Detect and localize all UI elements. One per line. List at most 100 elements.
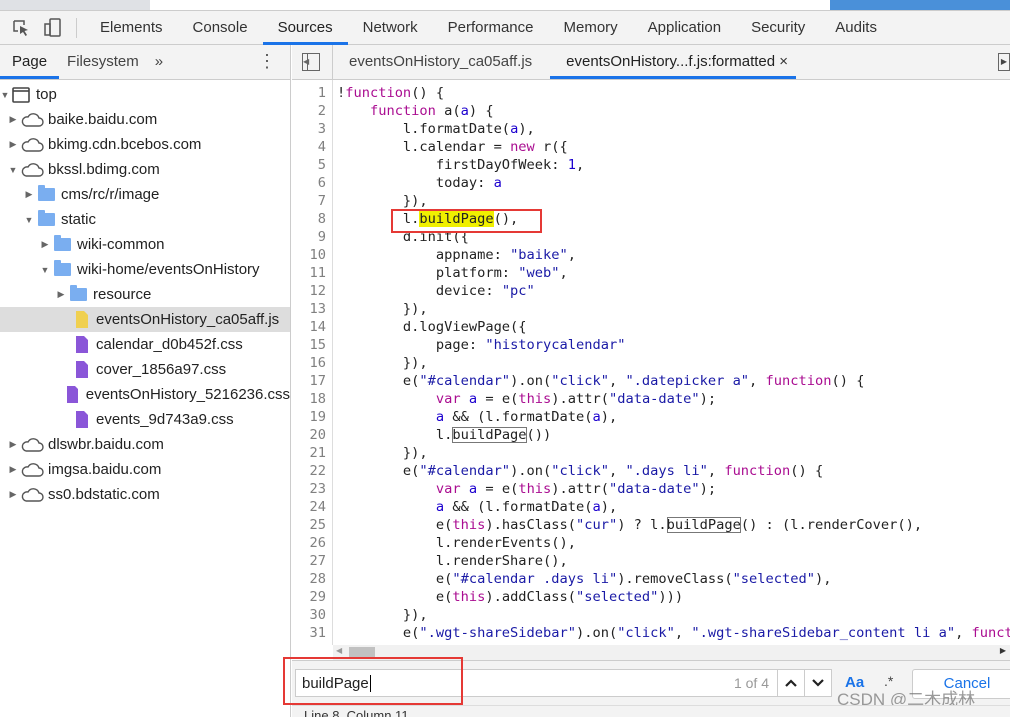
code-token: , [559,265,568,281]
editor-tab-formatted[interactable]: eventsOnHistory...f.js:formatted × [550,45,796,79]
collapsed-arrow-icon[interactable]: ▶ [40,239,50,250]
line-number: 6 [317,175,326,191]
toggle-navigator-icon[interactable]: ◀ [302,53,320,71]
search-bar: buildPage 1 of 4 Aa .* Cancel CSDN @二木成林 [292,660,1010,709]
tree-item[interactable]: ▶ resource [0,282,290,307]
line-number: 14 [309,319,326,335]
search-query[interactable]: buildPage [302,674,371,692]
tree-item-label: baike.baidu.com [48,111,158,128]
code-line: l.renderShare(), [337,552,568,570]
tab-security[interactable]: Security [736,11,820,45]
code-editor[interactable]: 1 2 3 4 5 6 7 8 9 10 11 12 13 14 15 16 17 18 19 20 21 22 23 24 2… [292,80,1010,645]
tree-item-label: dlswbr.baidu.com [48,436,164,453]
scroll-right-icon[interactable]: ▶ [1000,646,1006,655]
next-match-button[interactable] [804,670,831,696]
tree-item[interactable]: ▶ bkimg.cdn.bcebos.com [0,132,290,157]
code-token: ).on( [575,625,618,641]
tree-item[interactable]: calendar_d0b452f.css [0,332,290,357]
tree-item[interactable]: eventsOnHistory_5216236.css [0,382,290,407]
tree-item-label: resource [93,286,152,303]
code-token: platform: [337,265,519,281]
tree-item[interactable]: ▼ bkssl.bdimg.com [0,157,290,182]
previous-match-button[interactable] [777,670,804,696]
tree-item-label: wiki-home/eventsOnHistory [77,261,260,278]
collapsed-arrow-icon[interactable]: ▶ [8,139,18,150]
tree-item-label: static [61,211,97,228]
tree-item[interactable]: cover_1856a97.css [0,357,290,382]
code-token: , [608,373,626,389]
editor-tab-original[interactable]: eventsOnHistory_ca05aff.js [333,45,550,79]
device-toolbar-icon[interactable] [42,17,64,39]
code-line: today: a [337,174,502,192]
horizontal-scrollbar[interactable]: ◀ ▶ [333,645,1010,660]
inspect-element-icon[interactable] [10,17,32,39]
close-tab-icon[interactable]: × [779,53,788,70]
tree-item[interactable]: ▼ static [0,207,290,232]
css-file-icon [76,336,88,353]
scrollbar-thumb[interactable] [349,647,375,658]
code-token: = e( [477,391,519,407]
collapsed-arrow-icon[interactable]: ▶ [8,114,18,125]
code-token: ".wgt-shareSidebar" [419,625,576,641]
code-token: }), [337,607,428,623]
tree-item-label: eventsOnHistory_5216236.css [85,386,291,403]
more-options-icon[interactable]: ⋮ [258,51,276,72]
code-line: }), [337,606,428,624]
line-number: 12 [309,283,326,299]
collapsed-arrow-icon[interactable]: ▶ [8,489,18,500]
tree-item[interactable]: ▶ cms/rc/r/image [0,182,290,207]
expanded-arrow-icon[interactable]: ▼ [0,90,10,100]
code-token: page: [337,337,486,353]
expanded-arrow-icon[interactable]: ▼ [40,265,50,275]
tree-item[interactable]: ▶ baike.baidu.com [0,107,290,132]
code-token: = e( [477,481,519,497]
code-token: && (l.formatDate( [444,499,593,515]
line-number: 2 [317,103,326,119]
code-token: () : (l.renderCover(), [740,517,923,533]
collapsed-arrow-icon[interactable]: ▶ [56,289,66,300]
tree-item[interactable]: ▶ ss0.bdstatic.com [0,482,290,507]
line-number: 18 [309,391,326,407]
tab-filesystem[interactable]: Filesystem [59,45,147,79]
tree-item[interactable]: ▶ wiki-common [0,232,290,257]
tab-audits[interactable]: Audits [820,11,892,45]
code-token: ); [699,481,717,497]
code-token: , [576,157,585,173]
tree-item[interactable]: eventsOnHistory_ca05aff.js [0,307,290,332]
collapsed-arrow-icon[interactable]: ▶ [8,439,18,450]
collapsed-arrow-icon[interactable]: ▶ [24,189,34,200]
tree-item-label: cover_1856a97.css [96,361,227,378]
tab-sources[interactable]: Sources [262,11,348,45]
code-token: ! [337,85,346,101]
tab-application[interactable]: Application [633,11,736,45]
code-token: e( [337,463,420,479]
folder-icon [54,235,71,251]
scroll-left-icon[interactable]: ◀ [336,646,342,655]
match-count: 1 of 4 [733,675,769,691]
search-input[interactable]: buildPage 1 of 4 [295,669,832,697]
toggle-debugger-icon[interactable]: ▶ [998,53,1010,71]
expanded-arrow-icon[interactable]: ▼ [8,165,18,175]
expanded-arrow-icon[interactable]: ▼ [24,215,34,225]
code-token: , [567,247,576,263]
tab-page[interactable]: Page [0,45,60,79]
tab-performance[interactable]: Performance [433,11,549,45]
tab-network[interactable]: Network [348,11,433,45]
line-number: 16 [309,355,326,371]
frame-icon [12,86,30,103]
collapsed-arrow-icon[interactable]: ▶ [8,464,18,475]
css-file-icon [67,386,78,403]
tab-elements[interactable]: Elements [85,11,178,45]
code-token: l.formatDate( [337,121,511,137]
tab-memory[interactable]: Memory [549,11,633,45]
code-token: , [955,625,972,641]
tree-item[interactable]: ▶ imgsa.baidu.com [0,457,290,482]
more-tabs-button[interactable]: » [147,45,171,79]
tree-item[interactable]: events_9d743a9.css [0,407,290,432]
tab-console[interactable]: Console [178,11,263,45]
current-match: buildPage [419,211,494,227]
tree-item[interactable]: ▼ wiki-home/eventsOnHistory [0,257,290,282]
tree-item[interactable]: ▶ dlswbr.baidu.com [0,432,290,457]
search-match: buildPage [666,517,741,533]
tree-item[interactable]: ▼ top [0,82,290,107]
